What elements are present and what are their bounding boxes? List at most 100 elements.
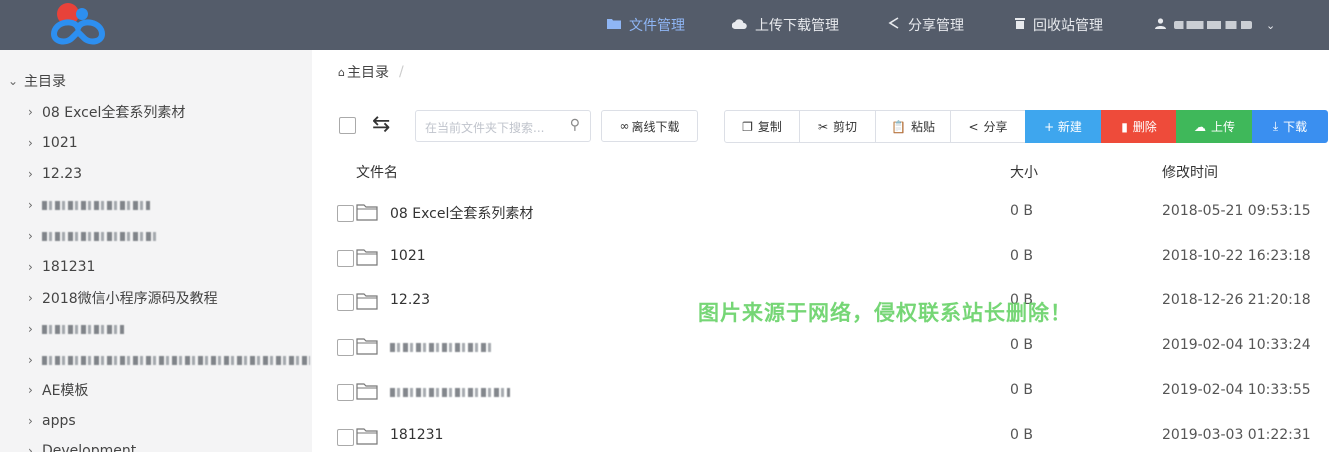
upload-button[interactable]: ☁ 上传 <box>1176 110 1253 143</box>
table-row[interactable]: 0 B 2019-02-04 10:33:24 <box>312 324 1329 368</box>
chevron-right-icon[interactable]: › <box>28 136 42 150</box>
download-button[interactable]: ⤓ 下载 <box>1252 110 1328 143</box>
scissors-icon: ✂ <box>817 119 829 134</box>
share-icon: < <box>968 119 979 134</box>
swap-arrows-icon[interactable]: ⇆ <box>372 112 390 137</box>
link-icon: ∞ <box>619 119 630 133</box>
tree-item-excel[interactable]: › 08 Excel全套系列素材 <box>28 99 185 125</box>
chevron-right-icon[interactable]: › <box>28 353 42 367</box>
folder-icon <box>607 17 621 33</box>
clipboard-icon: 📋 <box>891 119 906 134</box>
cloud-icon <box>731 17 747 33</box>
chevron-down-icon[interactable]: ⌄ <box>8 74 22 88</box>
column-header-name[interactable]: 文件名 <box>356 162 398 182</box>
tree-item-1223[interactable]: › 12.23 <box>28 161 82 187</box>
file-name[interactable]: 08 Excel全套系列素材 <box>390 203 533 223</box>
breadcrumb-separator: / <box>398 64 404 80</box>
trash-icon: ▮ <box>1121 119 1128 134</box>
paste-button[interactable]: 📋 粘贴 <box>875 110 951 143</box>
row-checkbox[interactable] <box>337 250 354 267</box>
search-placeholder: 在当前文件夹下搜索... <box>425 121 545 135</box>
chevron-right-icon[interactable]: › <box>28 322 42 336</box>
share-button[interactable]: < 分享 <box>950 110 1026 143</box>
file-size: 0 B <box>1010 203 1033 219</box>
file-size: 0 B <box>1010 248 1033 264</box>
folder-icon <box>356 338 378 355</box>
file-name[interactable]: 1021 <box>390 248 426 264</box>
row-checkbox[interactable] <box>337 294 354 311</box>
select-all-checkbox[interactable] <box>339 117 356 134</box>
watermark-text: 图片来源于网络，侵权联系站长删除！ <box>698 301 1072 325</box>
redacted-file-name[interactable] <box>390 388 510 397</box>
chevron-right-icon[interactable]: › <box>28 383 42 397</box>
nav-file-management[interactable]: 文件管理 <box>607 0 685 50</box>
column-header-modified[interactable]: 修改时间 <box>1162 162 1218 182</box>
tree-item-181231[interactable]: › 181231 <box>28 254 95 280</box>
row-checkbox[interactable] <box>337 205 354 222</box>
user-menu[interactable]: ⌄ <box>1155 0 1275 50</box>
column-header-size[interactable]: 大小 <box>1010 162 1038 182</box>
tree-item-ae[interactable]: › AE模板 <box>28 377 88 403</box>
file-name[interactable]: 12.23 <box>390 292 430 308</box>
tree-item-redacted[interactable]: › <box>28 223 156 249</box>
file-size: 0 B <box>1010 427 1033 443</box>
tree-root[interactable]: ⌄ 主目录 <box>8 68 66 94</box>
home-icon[interactable]: ⌂ <box>338 66 345 79</box>
nav-recycle-bin[interactable]: 回收站管理 <box>1015 0 1103 50</box>
tree-item-apps[interactable]: › apps <box>28 408 76 434</box>
row-checkbox[interactable] <box>337 339 354 356</box>
search-input[interactable]: 在当前文件夹下搜索... ⚲ <box>415 110 591 142</box>
table-row[interactable]: 08 Excel全套系列素材 0 B 2018-05-21 09:53:15 <box>312 190 1329 234</box>
chevron-right-icon[interactable]: › <box>28 105 42 119</box>
search-icon[interactable]: ⚲ <box>570 117 580 133</box>
tree-item-development[interactable]: › Development <box>28 438 136 452</box>
copy-icon: ❐ <box>742 119 753 134</box>
modified-time: 2018-12-26 21:20:18 <box>1162 292 1311 308</box>
cut-button[interactable]: ✂ 剪切 <box>799 110 876 143</box>
modified-time: 2019-03-03 01:22:31 <box>1162 427 1311 443</box>
copy-button[interactable]: ❐ 复制 <box>724 110 800 143</box>
folder-icon <box>356 383 378 400</box>
delete-button[interactable]: ▮ 删除 <box>1101 110 1177 143</box>
redacted-label <box>42 355 310 365</box>
tree-item-redacted[interactable]: › <box>28 347 310 373</box>
table-row[interactable]: 0 B 2019-02-04 10:33:55 <box>312 369 1329 413</box>
folder-icon <box>356 428 378 445</box>
cloud-upload-icon: ☁ <box>1193 119 1206 134</box>
folder-icon <box>356 293 378 310</box>
folder-tree-sidebar: ⌄ 主目录 › 08 Excel全套系列素材 › 1021 › 12.23 › … <box>0 50 312 452</box>
chevron-right-icon[interactable]: › <box>28 167 42 181</box>
chevron-right-icon[interactable]: › <box>28 414 42 428</box>
row-checkbox[interactable] <box>337 384 354 401</box>
breadcrumb-root[interactable]: 主目录 <box>347 62 389 82</box>
app-logo-icon[interactable] <box>46 0 110 46</box>
file-name[interactable]: 181231 <box>390 427 443 443</box>
nav-share-management[interactable]: 分享管理 <box>888 0 964 50</box>
folder-icon <box>356 204 378 221</box>
redacted-file-name[interactable] <box>390 343 494 352</box>
modified-time: 2019-02-04 10:33:55 <box>1162 382 1311 398</box>
row-checkbox[interactable] <box>337 429 354 446</box>
chevron-right-icon[interactable]: › <box>28 260 42 274</box>
chevron-right-icon[interactable]: › <box>28 198 42 212</box>
tree-item-redacted[interactable]: › <box>28 192 150 218</box>
table-row[interactable]: 1021 0 B 2018-10-22 16:23:18 <box>312 235 1329 279</box>
modified-time: 2018-10-22 16:23:18 <box>1162 248 1311 264</box>
modified-time: 2019-02-04 10:33:24 <box>1162 337 1311 353</box>
chevron-right-icon[interactable]: › <box>28 291 42 305</box>
redacted-label <box>42 324 124 334</box>
breadcrumb: ⌂ 主目录 / <box>338 62 404 82</box>
top-navigation-bar: 文件管理 上传下载管理 分享管理 回收站管理 ⌄ <box>0 0 1329 50</box>
new-button[interactable]: + 新建 <box>1025 110 1101 143</box>
redacted-label <box>42 231 156 241</box>
chevron-right-icon[interactable]: › <box>28 229 42 243</box>
tree-item-redacted[interactable]: › <box>28 316 124 342</box>
tree-item-1021[interactable]: › 1021 <box>28 130 78 156</box>
username-redacted <box>1174 21 1252 29</box>
nav-transfer-management[interactable]: 上传下载管理 <box>731 0 839 50</box>
table-row[interactable]: 181231 0 B 2019-03-03 01:22:31 <box>312 414 1329 452</box>
trash-icon <box>1015 17 1025 33</box>
chevron-right-icon[interactable]: › <box>28 444 42 452</box>
tree-item-wechat[interactable]: › 2018微信小程序源码及教程 <box>28 285 218 311</box>
offline-download-button[interactable]: ∞ 离线下载 <box>601 110 698 142</box>
